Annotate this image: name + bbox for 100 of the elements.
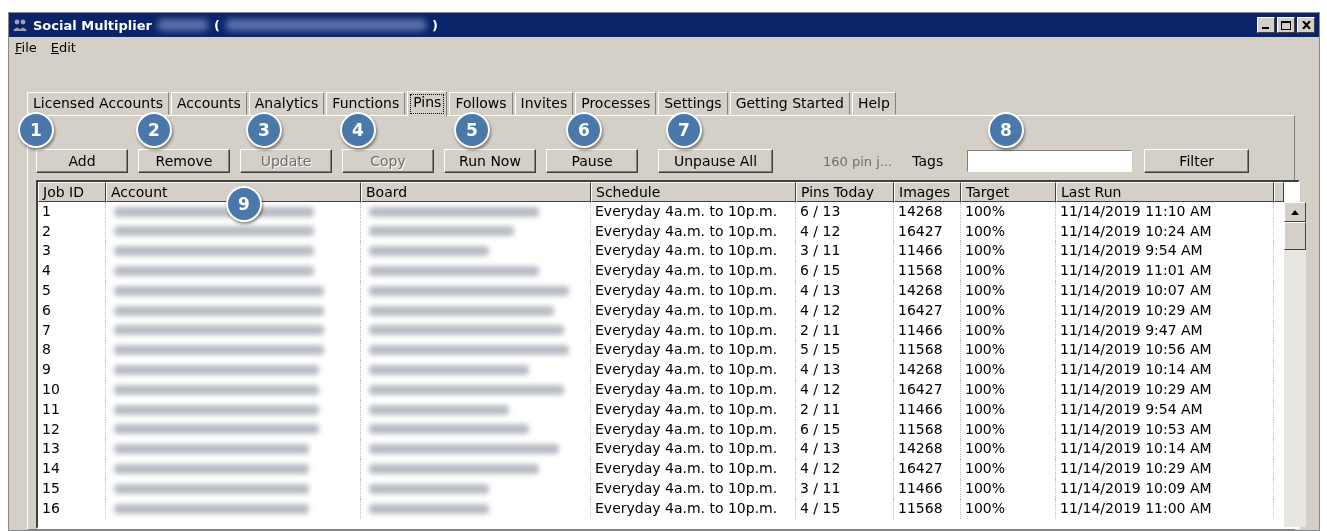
column-header[interactable]: Images xyxy=(894,182,961,202)
table-cell: 4 / 13 xyxy=(796,439,894,460)
menu-item[interactable]: File xyxy=(15,40,37,58)
maximize-button[interactable] xyxy=(1277,17,1295,33)
table-cell: 11/14/2019 9:47 AM xyxy=(1056,320,1274,341)
tags-label: Tags xyxy=(912,153,944,169)
status-text: 160 pin j... xyxy=(823,153,893,169)
table-cell: Everyday 4a.m. to 10p.m. xyxy=(591,478,796,499)
table-cell: 100% xyxy=(961,201,1056,222)
tab[interactable]: Invites xyxy=(514,92,574,115)
tab[interactable]: Follows xyxy=(449,92,513,115)
table-cell: 11568 xyxy=(894,261,961,281)
table-cell: Everyday 4a.m. to 10p.m. xyxy=(591,419,796,440)
tab[interactable]: Settings xyxy=(658,92,728,115)
table-cell: 14268 xyxy=(894,360,961,380)
tab[interactable]: Help xyxy=(851,92,896,115)
table-cell: 11/14/2019 10:29 AM xyxy=(1056,459,1274,479)
table-cell: 6 xyxy=(38,300,106,321)
table-cell: 100% xyxy=(961,241,1056,262)
table-cell: 7 xyxy=(38,320,106,341)
toolbar-button[interactable]: Pause xyxy=(546,149,638,173)
table-cell: 8 xyxy=(38,340,106,361)
table-cell: Everyday 4a.m. to 10p.m. xyxy=(591,340,796,361)
table-cell: 100% xyxy=(961,498,1056,519)
table-cell: 11/14/2019 10:56 AM xyxy=(1056,340,1274,361)
table-cell: 16427 xyxy=(894,379,961,400)
table-cell: 4 / 13 xyxy=(796,281,894,301)
tags-field[interactable] xyxy=(967,150,1133,172)
column-header[interactable]: Pins Today xyxy=(796,182,894,202)
people-icon xyxy=(13,19,27,31)
scroll-thumb[interactable] xyxy=(1284,222,1306,250)
tab[interactable]: Licensed Accounts xyxy=(27,92,169,115)
table-cell: 11568 xyxy=(894,498,961,519)
toolbar-button[interactable]: Remove xyxy=(138,149,230,173)
minimize-button[interactable] xyxy=(1257,17,1275,33)
table-cell: 4 xyxy=(38,261,106,281)
tab[interactable]: Functions xyxy=(326,92,406,115)
scrollbar[interactable] xyxy=(1284,202,1306,527)
table-cell: 11568 xyxy=(894,340,961,361)
table-cell: 100% xyxy=(961,281,1056,301)
tab[interactable]: Accounts xyxy=(170,92,247,115)
table-cell: 10 xyxy=(38,379,106,400)
table-cell: 2 / 11 xyxy=(796,320,894,341)
table-cell: 11/14/2019 11:00 AM xyxy=(1056,498,1274,519)
table-cell: 11/14/2019 10:29 AM xyxy=(1056,379,1274,400)
table-cell: 14268 xyxy=(894,439,961,460)
table-cell: Everyday 4a.m. to 10p.m. xyxy=(591,439,796,460)
table-cell: 5 / 15 xyxy=(796,340,894,361)
table-cell: 4 / 13 xyxy=(796,360,894,380)
table-cell: 100% xyxy=(961,261,1056,281)
column-header[interactable]: Schedule xyxy=(591,182,796,202)
close-icon xyxy=(1301,21,1311,29)
table-cell: 100% xyxy=(961,300,1056,321)
table-cell: 100% xyxy=(961,419,1056,440)
filter-button[interactable]: Filter xyxy=(1144,149,1250,173)
menu-item[interactable]: Edit xyxy=(50,40,76,58)
table-cell: 100% xyxy=(961,340,1056,361)
table-cell: 3 / 11 xyxy=(796,241,894,262)
column-header[interactable]: Target xyxy=(961,182,1056,202)
table-cell: 11/14/2019 10:14 AM xyxy=(1056,439,1274,460)
tab[interactable]: Pins xyxy=(407,91,448,117)
tab[interactable]: Processes xyxy=(575,92,657,115)
table-cell: 4 / 12 xyxy=(796,379,894,400)
table-cell: 100% xyxy=(961,379,1056,400)
table-cell: 11/14/2019 10:53 AM xyxy=(1056,419,1274,440)
table-cell: 3 xyxy=(38,241,106,262)
table-cell: 100% xyxy=(961,320,1056,341)
table-cell: 14268 xyxy=(894,201,961,222)
table-cell: 11/14/2019 11:10 AM xyxy=(1056,201,1274,222)
table-cell: 12 xyxy=(38,419,106,440)
table-cell: 3 / 11 xyxy=(796,478,894,499)
table-cell: Everyday 4a.m. to 10p.m. xyxy=(591,201,796,222)
maximize-icon xyxy=(1281,20,1291,30)
title-paren: ( xyxy=(214,17,220,33)
table-cell: 11466 xyxy=(894,399,961,420)
table-cell: 5 xyxy=(38,281,106,301)
tab[interactable]: Getting Started xyxy=(729,92,850,115)
table-cell: 11/14/2019 10:09 AM xyxy=(1056,478,1274,499)
column-header[interactable]: Job ID xyxy=(38,182,106,202)
table-cell: 100% xyxy=(961,399,1056,420)
toolbar-button[interactable]: Unpause All xyxy=(658,149,773,173)
toolbar-button[interactable]: Add xyxy=(36,149,128,173)
table-cell: 4 / 15 xyxy=(796,498,894,519)
column-header[interactable]: Last Run xyxy=(1056,182,1274,202)
table-cell: 100% xyxy=(961,459,1056,479)
table-cell: Everyday 4a.m. to 10p.m. xyxy=(591,498,796,519)
column-header[interactable]: Board xyxy=(361,182,591,202)
table-cell: 11466 xyxy=(894,320,961,341)
table-cell: Everyday 4a.m. to 10p.m. xyxy=(591,320,796,341)
table-cell: 6 / 13 xyxy=(796,201,894,222)
toolbar-button[interactable]: Run Now xyxy=(444,149,536,173)
table-cell: 100% xyxy=(961,439,1056,460)
table-cell: 11/14/2019 9:54 AM xyxy=(1056,399,1274,420)
table-cell: Everyday 4a.m. to 10p.m. xyxy=(591,241,796,262)
table-cell: 14 xyxy=(38,459,106,479)
tab[interactable]: Analytics xyxy=(248,92,325,115)
up-arrow-icon xyxy=(1291,209,1299,215)
table-cell: 4 / 12 xyxy=(796,221,894,242)
window-title: Social Multiplier xyxy=(33,17,152,33)
close-button[interactable] xyxy=(1297,17,1315,33)
